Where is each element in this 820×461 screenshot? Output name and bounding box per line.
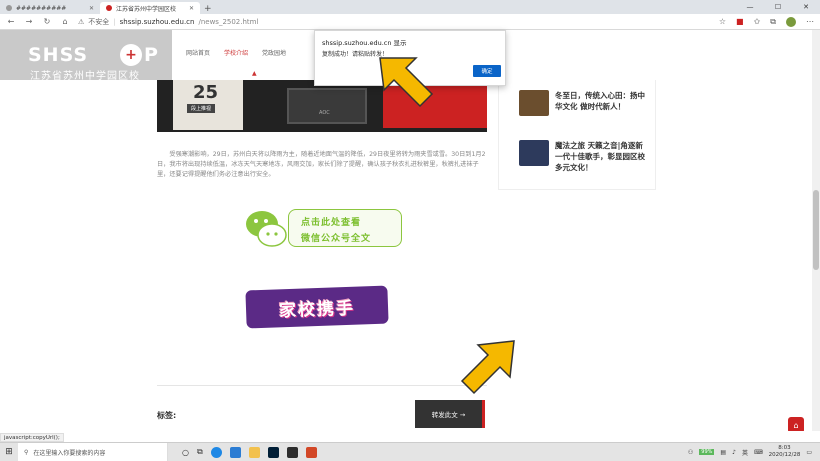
back-icon[interactable]: ← xyxy=(6,17,16,26)
taskbar-apps: ○ ⧉ xyxy=(182,446,317,458)
logo-cross-icon: + xyxy=(120,44,142,66)
news-title: 魔法之旅 天籁之音|角逐新一代十佳歌手，彰显园区校多元文化！ xyxy=(555,141,645,172)
calendar-number: 25 xyxy=(193,82,219,103)
nav-item-about[interactable]: 学校介绍 xyxy=(224,48,248,57)
profile-avatar[interactable] xyxy=(786,16,796,27)
wechat-text-frame: 点击此处查看 微信公众号全文 xyxy=(288,209,402,247)
tags-label: 标签: xyxy=(157,411,177,420)
window-controls: — ☐ ✕ xyxy=(736,0,820,14)
ime-indicator[interactable]: 英 xyxy=(742,448,748,457)
calendar-tag: 段上推视 xyxy=(187,104,216,113)
toolbar-actions: ☆ ■ ✩ ⧉ ⋯ xyxy=(719,16,814,27)
wechat-line-1: 点击此处查看 xyxy=(301,218,362,228)
alert-ok-button[interactable]: 确定 xyxy=(473,65,501,77)
monitor-brand: AOC xyxy=(319,110,330,116)
file-explorer-icon[interactable] xyxy=(248,446,260,458)
battery-indicator[interactable]: 99% xyxy=(699,449,715,455)
repost-button[interactable]: 转发此文 → xyxy=(415,400,485,428)
browser-tab-active[interactable]: 江苏省苏州中学园区校 ✕ xyxy=(100,2,200,14)
content-divider xyxy=(157,385,487,386)
logo-text-tail: P xyxy=(144,44,159,66)
address-bar[interactable]: ⚠ 不安全 | shssip.suzhou.edu.cn/news_2502.h… xyxy=(78,17,258,27)
app-icon[interactable] xyxy=(286,446,298,458)
collections-icon[interactable]: ⧉ xyxy=(770,17,776,27)
tab-title: ########## xyxy=(16,4,67,12)
close-tab-icon[interactable]: ✕ xyxy=(189,5,194,12)
logo-chinese-name: 江苏省苏州中学园区校 xyxy=(30,71,140,82)
reload-icon[interactable]: ↻ xyxy=(42,17,52,26)
network-icon[interactable]: ▤ xyxy=(720,449,726,456)
windows-start-icon[interactable]: ⊞ xyxy=(0,447,18,457)
forward-icon[interactable]: → xyxy=(24,17,34,26)
keyboard-icon[interactable]: ⌨ xyxy=(754,449,763,456)
windows-taskbar: ⊞ ⚲ 在这里输入你要搜索的内容 ○ ⧉ ⚇ 99% ▤ ♪ 英 ⌨ 8:03 … xyxy=(0,442,820,461)
calendar-photo: 25 段上推视 xyxy=(173,80,243,130)
nav-item-party[interactable]: 党政园地 xyxy=(262,48,286,57)
annotation-arrow-icon xyxy=(379,57,434,108)
monitor-photo: AOC xyxy=(287,88,367,124)
taskbar-clock[interactable]: 8:03 2020/12/28 xyxy=(769,445,801,459)
tab-favicon-icon xyxy=(106,5,112,11)
home-icon[interactable]: ⌂ xyxy=(60,17,70,26)
wechat-banner[interactable]: 点击此处查看 微信公众号全文 xyxy=(244,207,402,249)
scrollbar-thumb[interactable] xyxy=(813,190,819,270)
active-nav-caret-icon: ▲ xyxy=(252,70,257,77)
news-thumbnail xyxy=(519,140,549,166)
house-icon: ⌂ xyxy=(793,420,799,430)
volume-icon[interactable]: ♪ xyxy=(732,449,736,456)
wechat-line-2: 微信公众号全文 xyxy=(301,234,372,244)
taskbar-search-placeholder: 在这里输入你要搜索的内容 xyxy=(33,449,106,457)
more-icon[interactable]: ⋯ xyxy=(806,17,814,26)
article-hero-image: 25 段上推视 AOC xyxy=(157,80,487,132)
tab-favicon-icon xyxy=(6,5,12,11)
alert-title: shssip.suzhou.edu.cn 显示 xyxy=(322,39,407,47)
close-window-icon[interactable]: ✕ xyxy=(792,0,820,14)
search-icon: ⚲ xyxy=(24,448,29,456)
minimize-icon[interactable]: — xyxy=(736,0,764,14)
maximize-icon[interactable]: ☐ xyxy=(764,0,792,14)
site-logo[interactable]: SHSS + P 江苏省苏州中学园区校 xyxy=(0,30,172,82)
warning-icon: ⚠ xyxy=(78,17,85,26)
edge-browser-icon[interactable] xyxy=(210,446,222,458)
notifications-icon[interactable]: ▭ xyxy=(806,449,812,456)
wechat-icon xyxy=(246,211,287,247)
jiaxiao-banner: 家校携手 xyxy=(245,285,389,329)
jiaxiao-text: 家校携手 xyxy=(278,298,356,321)
taskbar-search[interactable]: ⚲ 在这里输入你要搜索的内容 xyxy=(18,442,168,461)
cortana-icon[interactable]: ○ xyxy=(182,448,189,457)
tab-title: 江苏省苏州中学园区校 xyxy=(116,5,177,13)
clock-date: 2020/12/28 xyxy=(768,452,801,458)
news-title: 冬至日，传统入心田：扬中华文化 做时代新人！ xyxy=(555,91,645,111)
extension-icon[interactable]: ■ xyxy=(736,17,744,26)
sidebar-news-item[interactable]: 冬至日，传统入心田：扬中华文化 做时代新人！ xyxy=(519,90,649,116)
url-host: shssip.suzhou.edu.cn xyxy=(119,17,195,26)
url-path: /news_2502.html xyxy=(198,17,259,26)
new-tab-icon[interactable]: + xyxy=(200,4,216,14)
favorites-icon[interactable]: ✩ xyxy=(754,17,761,26)
close-tab-icon[interactable]: ✕ xyxy=(89,5,94,12)
browser-tab[interactable]: ########## ✕ xyxy=(0,2,100,14)
sidebar-news-item[interactable]: 魔法之旅 天籁之音|角逐新一代十佳歌手，彰显园区校多元文化！ xyxy=(519,140,649,173)
security-label: 不安全 xyxy=(88,17,110,26)
powerpoint-icon[interactable] xyxy=(305,446,317,458)
task-view-icon[interactable]: ⧉ xyxy=(197,447,203,457)
link-status-bar: javascript:copyUrl(); xyxy=(0,433,64,442)
annotation-arrow-icon xyxy=(460,340,515,395)
favorite-star-icon[interactable]: ☆ xyxy=(719,17,726,26)
tray-people-icon[interactable]: ⚇ xyxy=(688,449,693,456)
article-paragraph: 受强寒潮影响，29日，苏州白天将以降雨为主，随着近地面气温的降低，29日夜里将转… xyxy=(157,151,486,178)
nav-item-home[interactable]: 网站首页 xyxy=(186,48,210,57)
news-thumbnail xyxy=(519,90,549,116)
app-icon[interactable] xyxy=(229,446,241,458)
photoshop-icon[interactable] xyxy=(267,446,279,458)
logo-text: SHSS xyxy=(28,44,89,66)
related-news-sidebar: 冬至日，传统入心田：扬中华文化 做时代新人！ 魔法之旅 天籁之音|角逐新一代十佳… xyxy=(498,80,656,190)
browser-toolbar: ← → ↻ ⌂ ⚠ 不安全 | shssip.suzhou.edu.cn/new… xyxy=(0,14,820,30)
browser-tab-bar: ########## ✕ 江苏省苏州中学园区校 ✕ + — ☐ ✕ xyxy=(0,0,820,14)
back-to-top-button[interactable]: ⌂ xyxy=(788,417,804,431)
system-tray: ⚇ 99% ▤ ♪ 英 ⌨ 8:03 2020/12/28 ▭ xyxy=(688,445,820,459)
main-nav: 网站首页 学校介绍 党政园地 xyxy=(186,48,286,57)
clock-time: 8:03 xyxy=(778,445,791,451)
page-scrollbar[interactable] xyxy=(812,30,820,431)
